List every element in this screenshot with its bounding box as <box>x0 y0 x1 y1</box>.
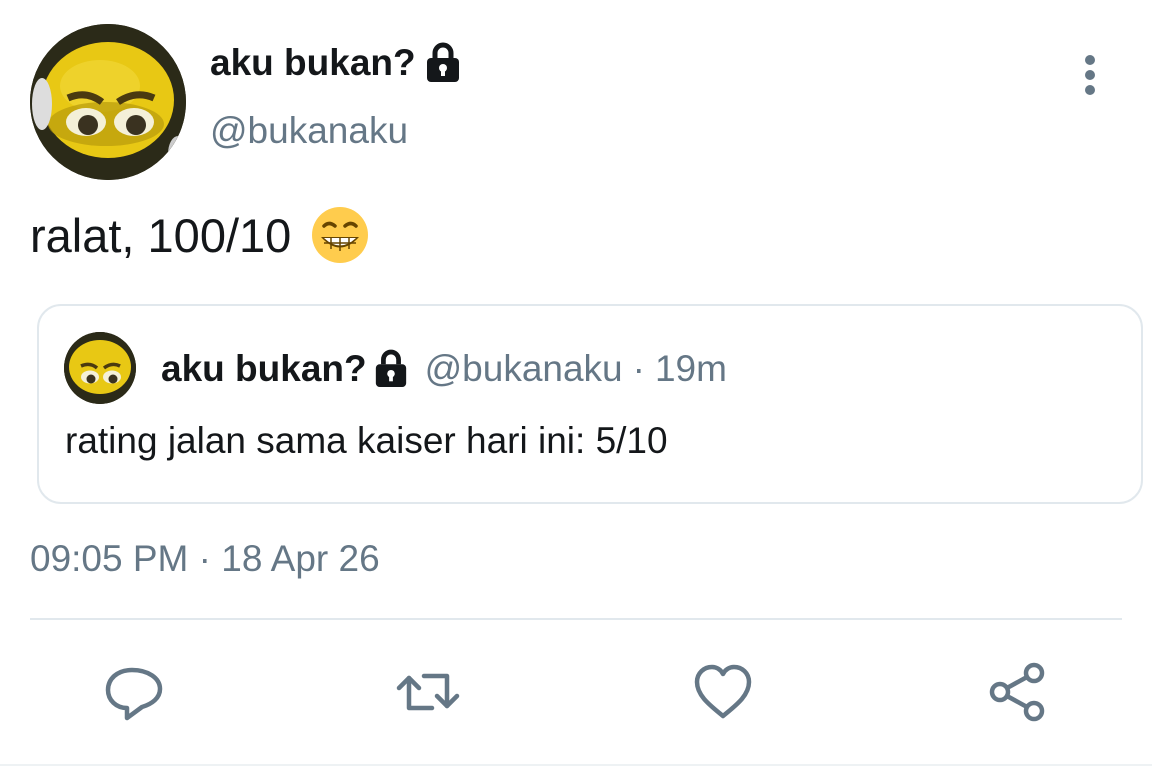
quoted-avatar[interactable] <box>64 332 136 404</box>
avatar-image <box>30 24 186 180</box>
divider <box>30 618 1122 620</box>
grinning-face-emoji-icon <box>311 206 369 264</box>
more-options-icon[interactable] <box>1072 52 1108 98</box>
quoted-tweet-age: 19m <box>654 348 727 389</box>
author-name[interactable]: aku bukan? <box>210 42 462 84</box>
share-icon <box>989 662 1045 722</box>
tweet-timestamp: 09:05 PM · 18 Apr 26 <box>30 538 380 579</box>
quoted-tweet-text: rating jalan sama kaiser hari ini: 5/10 <box>65 420 668 461</box>
retweet-button[interactable] <box>396 660 460 724</box>
author-handle[interactable]: @bukanaku <box>210 110 408 152</box>
lock-icon <box>373 349 409 389</box>
meta-separator: · <box>632 348 645 389</box>
reply-button[interactable] <box>102 660 166 724</box>
quoted-author-handle[interactable]: @bukanaku <box>425 348 623 390</box>
lock-icon <box>424 42 462 84</box>
quoted-tweet-card[interactable]: aku bukan? @bukanaku · 19m rating jalan … <box>37 304 1143 504</box>
reply-icon <box>105 667 163 721</box>
avatar[interactable] <box>30 24 186 180</box>
tweet-body: ralat, 100/10 <box>30 206 369 264</box>
quoted-author-name[interactable]: aku bukan? <box>161 348 367 390</box>
heart-icon <box>694 664 752 719</box>
author-name-label: aku bukan? <box>210 42 416 83</box>
share-button[interactable] <box>986 660 1050 724</box>
retweet-icon <box>396 673 460 711</box>
quoted-tweet-header: aku bukan? @bukanaku · 19m <box>161 348 727 390</box>
like-button[interactable] <box>691 660 755 724</box>
quoted-avatar-image <box>64 332 136 404</box>
tweet-text: ralat, 100/10 <box>30 208 292 262</box>
bottom-divider <box>0 764 1152 766</box>
